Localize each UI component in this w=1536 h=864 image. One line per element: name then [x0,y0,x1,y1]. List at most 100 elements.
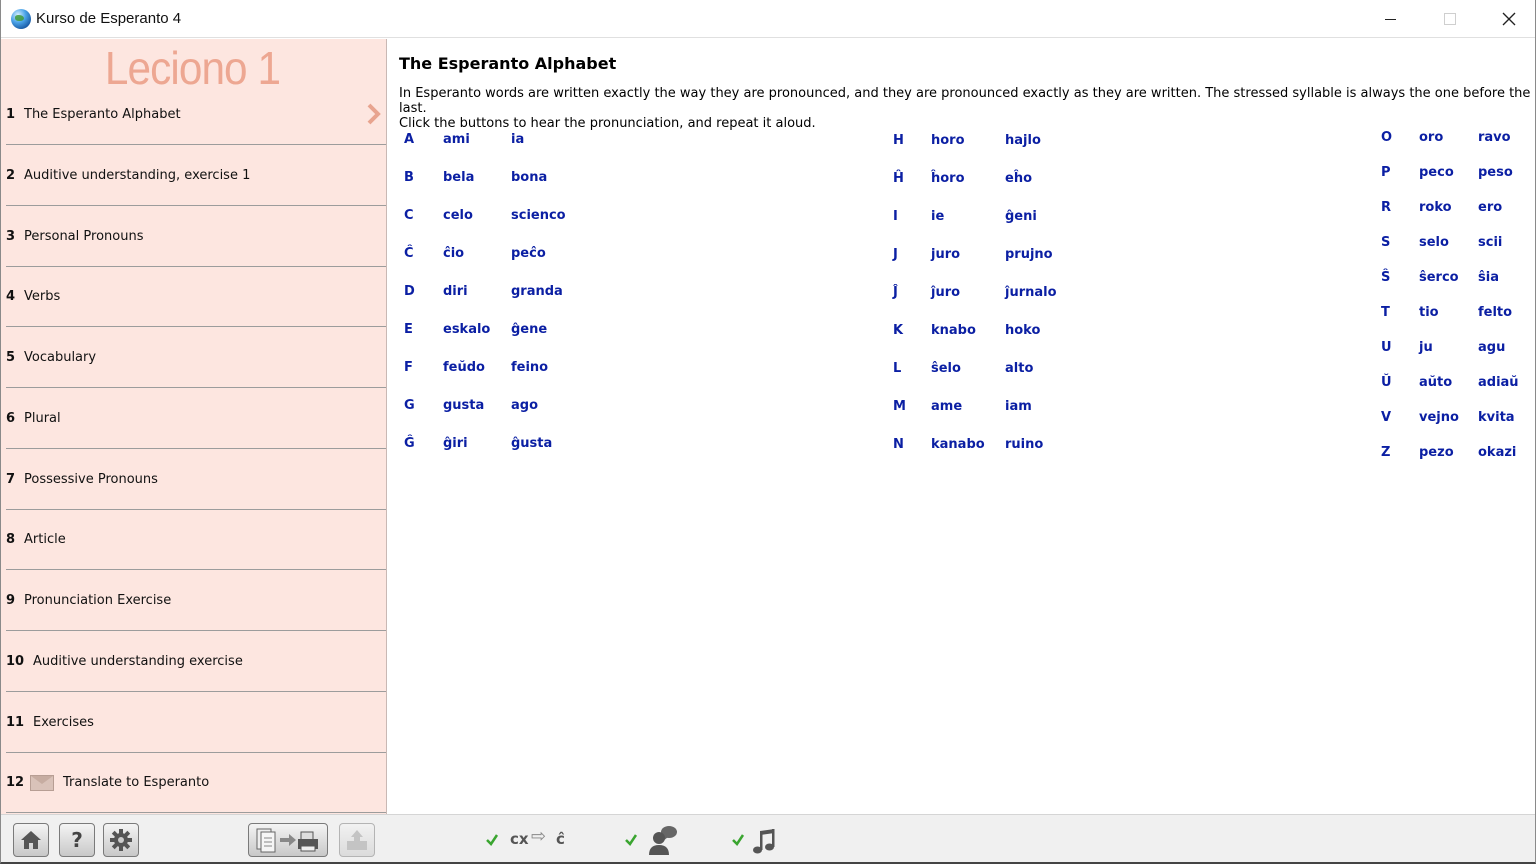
alphabet-letter-button[interactable]: H [893,133,904,148]
alphabet-word-button[interactable]: peco [1419,165,1454,180]
sidebar-item-8[interactable]: 8 Article [6,509,386,570]
alphabet-word-button[interactable]: ami [443,132,470,147]
alphabet-word-button[interactable]: prujno [1005,247,1053,262]
sidebar-item-1[interactable]: 1 The Esperanto Alphabet [6,84,386,145]
alphabet-word-button[interactable]: tio [1419,305,1439,320]
sidebar-item-3[interactable]: 3 Personal Pronouns [6,206,386,267]
sidebar-item-6[interactable]: 6 Plural [6,388,386,449]
alphabet-letter-button[interactable]: N [893,437,904,452]
alphabet-letter-button[interactable]: O [1381,130,1392,145]
alphabet-word-button[interactable]: alto [1005,361,1033,376]
alphabet-letter-button[interactable]: F [404,360,413,375]
alphabet-letter-button[interactable]: T [1381,305,1390,320]
help-button[interactable]: ? [59,823,95,857]
sidebar-item-4[interactable]: 4 Verbs [6,266,386,327]
speaker-icon[interactable] [646,824,680,856]
alphabet-word-button[interactable]: pezo [1419,445,1454,460]
alphabet-word-button[interactable]: ĝiri [443,436,468,451]
alphabet-word-button[interactable]: ŝerco [1419,270,1459,285]
alphabet-word-button[interactable]: ĵuro [931,285,960,300]
alphabet-word-button[interactable]: horo [931,133,965,148]
alphabet-word-button[interactable]: ju [1419,340,1433,355]
alphabet-word-button[interactable]: kvita [1478,410,1515,425]
alphabet-word-button[interactable]: eĥo [1005,171,1032,186]
alphabet-word-button[interactable]: ŝia [1478,270,1499,285]
music-note-icon[interactable] [751,828,779,856]
alphabet-word-button[interactable]: ĝusta [511,436,552,451]
alphabet-word-button[interactable]: hoko [1005,323,1040,338]
alphabet-word-button[interactable]: ĝene [511,322,547,337]
sidebar-item-2[interactable]: 2 Auditive understanding, exercise 1 [6,145,386,206]
checkmark-icon[interactable] [731,833,745,847]
sidebar-item-10[interactable]: 10 Auditive understanding exercise [6,631,386,692]
alphabet-letter-button[interactable]: I [893,209,898,224]
alphabet-word-button[interactable]: ia [511,132,524,147]
alphabet-word-button[interactable]: roko [1419,200,1452,215]
alphabet-letter-button[interactable]: Ĉ [404,246,414,261]
alphabet-word-button[interactable]: kanabo [931,437,985,452]
alphabet-word-button[interactable]: ame [931,399,962,414]
alphabet-letter-button[interactable]: M [893,399,906,414]
alphabet-letter-button[interactable]: S [1381,235,1390,250]
upload-button[interactable] [339,823,375,857]
alphabet-word-button[interactable]: bona [511,170,547,185]
alphabet-letter-button[interactable]: A [404,132,414,147]
settings-button[interactable] [103,823,139,857]
close-button[interactable] [1486,0,1532,38]
alphabet-letter-button[interactable]: Ĝ [404,436,415,451]
alphabet-letter-button[interactable]: J [893,247,898,262]
alphabet-word-button[interactable]: ago [511,398,538,413]
alphabet-word-button[interactable]: ĵurnalo [1005,285,1057,300]
home-button[interactable] [13,823,49,857]
alphabet-letter-button[interactable]: R [1381,200,1391,215]
alphabet-letter-button[interactable]: G [404,398,415,413]
alphabet-word-button[interactable]: okazi [1478,445,1516,460]
alphabet-word-button[interactable]: ĥoro [931,171,965,186]
alphabet-word-button[interactable]: bela [443,170,474,185]
sidebar-item-9[interactable]: 9 Pronunciation Exercise [6,570,386,631]
alphabet-word-button[interactable]: granda [511,284,563,299]
alphabet-letter-button[interactable]: L [893,361,901,376]
alphabet-word-button[interactable]: agu [1478,340,1505,355]
alphabet-word-button[interactable]: ero [1478,200,1502,215]
alphabet-letter-button[interactable]: C [404,208,414,223]
checkmark-icon[interactable] [624,833,638,847]
alphabet-word-button[interactable]: feŭdo [443,360,485,375]
alphabet-word-button[interactable]: vejno [1419,410,1459,425]
alphabet-word-button[interactable]: scii [1478,235,1502,250]
alphabet-word-button[interactable]: selo [1419,235,1449,250]
alphabet-word-button[interactable]: peĉo [511,246,546,261]
print-button[interactable] [248,823,328,857]
alphabet-word-button[interactable]: juro [931,247,960,262]
alphabet-letter-button[interactable]: P [1381,165,1391,180]
sidebar-item-12[interactable]: 12 Translate to Esperanto [6,752,386,813]
alphabet-word-button[interactable]: feino [511,360,548,375]
alphabet-letter-button[interactable]: Ŭ [1381,375,1392,390]
alphabet-word-button[interactable]: oro [1419,130,1443,145]
alphabet-word-button[interactable]: aŭto [1419,375,1452,390]
alphabet-letter-button[interactable]: Ĥ [893,171,904,186]
sidebar-item-7[interactable]: 7 Possessive Pronouns [6,449,386,510]
alphabet-word-button[interactable]: ie [931,209,944,224]
minimize-button[interactable] [1367,0,1413,38]
sidebar-item-5[interactable]: 5 Vocabulary [6,327,386,388]
alphabet-word-button[interactable]: ĝeni [1005,209,1037,224]
alphabet-word-button[interactable]: eskalo [443,322,490,337]
alphabet-letter-button[interactable]: Ŝ [1381,270,1390,285]
alphabet-word-button[interactable]: knabo [931,323,976,338]
alphabet-word-button[interactable]: ĉio [443,246,464,261]
alphabet-word-button[interactable]: hajlo [1005,133,1041,148]
alphabet-word-button[interactable]: celo [443,208,473,223]
alphabet-letter-button[interactable]: V [1381,410,1391,425]
alphabet-word-button[interactable]: adiaŭ [1478,375,1519,390]
alphabet-word-button[interactable]: scienco [511,208,566,223]
alphabet-letter-button[interactable]: Z [1381,445,1390,460]
alphabet-word-button[interactable]: ruino [1005,437,1043,452]
alphabet-word-button[interactable]: ŝelo [931,361,961,376]
alphabet-word-button[interactable]: peso [1478,165,1513,180]
alphabet-letter-button[interactable]: E [404,322,413,337]
alphabet-letter-button[interactable]: U [1381,340,1392,355]
alphabet-word-button[interactable]: iam [1005,399,1032,414]
maximize-button[interactable] [1427,0,1473,38]
alphabet-word-button[interactable]: gusta [443,398,484,413]
